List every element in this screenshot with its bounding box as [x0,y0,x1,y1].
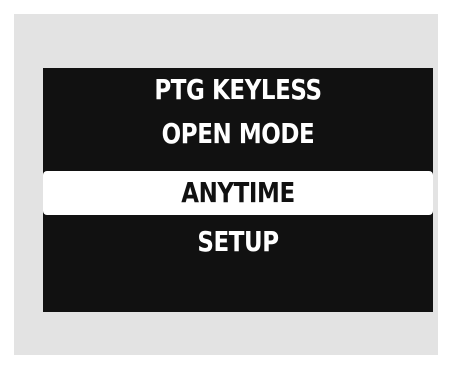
menu-title-line-1: PTG KEYLESS [154,73,322,106]
menu-option-setup[interactable]: SETUP [78,222,398,262]
menu-option-anytime-selected[interactable]: ANYTIME [43,171,433,215]
menu-option-anytime-label: ANYTIME [181,176,295,209]
lcd-screen: PTG KEYLESS OPEN MODE ANYTIME SETUP [43,68,433,312]
menu-title-line-2: OPEN MODE [161,117,315,150]
